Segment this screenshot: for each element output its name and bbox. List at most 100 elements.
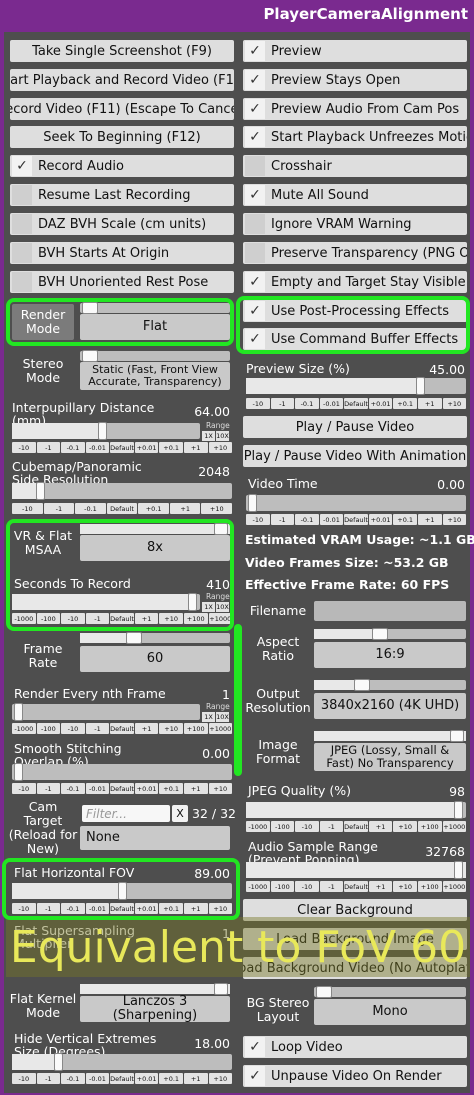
play-pause-animation-button[interactable]: Play / Pause Video With Animation — [243, 445, 467, 467]
step-button[interactable]: -100 — [270, 821, 295, 832]
step-button[interactable]: -1 — [85, 723, 110, 734]
preview-size-slider[interactable] — [246, 377, 466, 395]
step-button[interactable]: -1000 — [246, 821, 270, 832]
step-button[interactable]: -0.01 — [319, 514, 344, 525]
step-button[interactable]: +1 — [134, 723, 159, 734]
preserve-transparency-toggle[interactable]: Preserve Transparency (PNG Only) — [243, 242, 467, 264]
mute-all-toggle[interactable]: ✓ Mute All Sound — [243, 184, 467, 206]
smooth-slider[interactable] — [12, 763, 232, 781]
step-button[interactable]: +1 — [183, 1073, 208, 1084]
step-button[interactable]: Default — [106, 503, 138, 514]
step-button[interactable]: +10 — [208, 442, 233, 453]
step-button[interactable]: -10 — [12, 503, 43, 514]
filter-input[interactable]: Filter... — [82, 805, 170, 822]
step-button[interactable]: -1 — [270, 514, 295, 525]
output-res-slider[interactable] — [314, 679, 466, 691]
crosshair-toggle[interactable]: Crosshair — [243, 155, 467, 177]
bg-stereo-slider[interactable] — [314, 986, 466, 998]
ipd-slider[interactable] — [12, 422, 200, 440]
slider-handle[interactable] — [14, 763, 23, 781]
slider-handle[interactable] — [54, 1053, 63, 1071]
step-button[interactable]: -10 — [12, 442, 36, 453]
jpeg-quality-slider[interactable] — [246, 801, 466, 819]
frame-rate-slider[interactable] — [80, 632, 230, 644]
step-button[interactable]: -10 — [246, 514, 270, 525]
step-button[interactable]: -100 — [270, 881, 295, 892]
slider-handle[interactable] — [98, 422, 107, 440]
unpause-video-toggle[interactable]: ✓ Unpause Video On Render — [243, 1065, 467, 1087]
step-button[interactable]: +1000 — [442, 881, 467, 892]
step-button[interactable]: +1000 — [208, 723, 233, 734]
step-button[interactable]: +100 — [183, 723, 208, 734]
step-button[interactable]: Default — [344, 514, 368, 525]
slider-handle[interactable] — [82, 350, 98, 362]
stereo-mode-slider[interactable] — [80, 350, 230, 362]
step-button[interactable]: +10 — [208, 783, 233, 794]
step-button[interactable]: +0.01 — [134, 442, 159, 453]
step-button[interactable]: +10 — [442, 514, 467, 525]
step-button[interactable]: +1 — [183, 442, 208, 453]
slider-handle[interactable] — [248, 494, 257, 512]
step-button[interactable]: +10 — [393, 821, 417, 832]
step-button[interactable]: -0.01 — [319, 398, 344, 409]
preview-stays-open-toggle[interactable]: ✓ Preview Stays Open — [243, 69, 467, 91]
start-unfreezes-toggle[interactable]: ✓ Start Playback Unfreezes Motion — [243, 126, 467, 148]
step-button[interactable]: -10 — [246, 398, 270, 409]
step-button[interactable]: -0.01 — [85, 442, 110, 453]
slider-handle[interactable] — [454, 801, 463, 819]
empty-target-toggle[interactable]: ✓ Empty and Target Stay Visible — [243, 271, 467, 293]
filter-clear-button[interactable]: X — [172, 805, 188, 822]
aspect-slider[interactable] — [314, 628, 466, 640]
step-button[interactable]: -10 — [12, 783, 36, 794]
start-playback-record-button[interactable]: Start Playback and Record Video (F10) — [10, 69, 234, 91]
slider-handle[interactable] — [354, 679, 370, 691]
step-button[interactable]: Default — [110, 442, 134, 453]
step-button[interactable]: -0.01 — [85, 1073, 110, 1084]
step-button[interactable]: -1 — [270, 398, 295, 409]
step-button[interactable]: -100 — [36, 723, 61, 734]
step-button[interactable]: +10 — [393, 881, 417, 892]
step-button[interactable]: -1 — [36, 783, 61, 794]
step-button[interactable]: Default — [344, 821, 368, 832]
step-button[interactable]: -0.1 — [61, 1073, 85, 1084]
step-button[interactable]: -0.1 — [61, 442, 85, 453]
render-nth-slider[interactable] — [12, 703, 200, 721]
resume-recording-toggle[interactable]: Resume Last Recording — [10, 184, 234, 206]
step-button[interactable]: +0.1 — [393, 514, 417, 525]
step-button[interactable]: -1 — [319, 881, 344, 892]
step-button[interactable]: Default — [110, 1073, 134, 1084]
step-button[interactable]: -1 — [319, 821, 344, 832]
cam-target-value[interactable]: None — [80, 826, 230, 850]
preview-toggle[interactable]: ✓ Preview — [243, 40, 467, 62]
step-button[interactable]: +1 — [183, 783, 208, 794]
slider-handle[interactable] — [316, 986, 332, 998]
step-button[interactable]: +1 — [368, 881, 393, 892]
bvh-unoriented-toggle[interactable]: BVH Unoriented Rest Pose — [10, 271, 234, 293]
step-button[interactable]: +0.01 — [368, 514, 393, 525]
kernel-slider[interactable] — [80, 983, 230, 995]
step-button[interactable]: +0.01 — [134, 783, 159, 794]
step-button[interactable]: -10 — [61, 723, 85, 734]
step-button[interactable]: -1000 — [12, 723, 36, 734]
step-button[interactable]: +1 — [368, 821, 393, 832]
range-1x-button[interactable]: 1X — [202, 431, 215, 441]
step-button[interactable]: -0.1 — [61, 783, 85, 794]
step-button[interactable]: -0.1 — [295, 398, 319, 409]
filename-input[interactable] — [314, 601, 466, 621]
step-button[interactable]: +1 — [417, 514, 442, 525]
step-button[interactable]: -0.01 — [85, 783, 110, 794]
step-button[interactable]: +0.1 — [159, 1073, 183, 1084]
step-button[interactable]: +10 — [208, 1073, 233, 1084]
cubemap-slider[interactable] — [12, 482, 232, 500]
record-video-button[interactable]: Record Video (F11) (Escape To Cancel) — [10, 98, 234, 120]
step-button[interactable]: +100 — [417, 821, 442, 832]
step-button[interactable]: +0.1 — [159, 442, 183, 453]
step-button[interactable]: +10 — [442, 398, 467, 409]
slider-handle[interactable] — [372, 628, 388, 640]
play-pause-video-button[interactable]: Play / Pause Video — [243, 416, 467, 438]
audio-range-slider[interactable] — [246, 861, 466, 879]
step-button[interactable]: +0.01 — [134, 1073, 159, 1084]
step-button[interactable]: +0.01 — [368, 398, 393, 409]
step-button[interactable]: -10 — [12, 1073, 36, 1084]
record-audio-toggle[interactable]: ✓ Record Audio — [10, 155, 234, 177]
